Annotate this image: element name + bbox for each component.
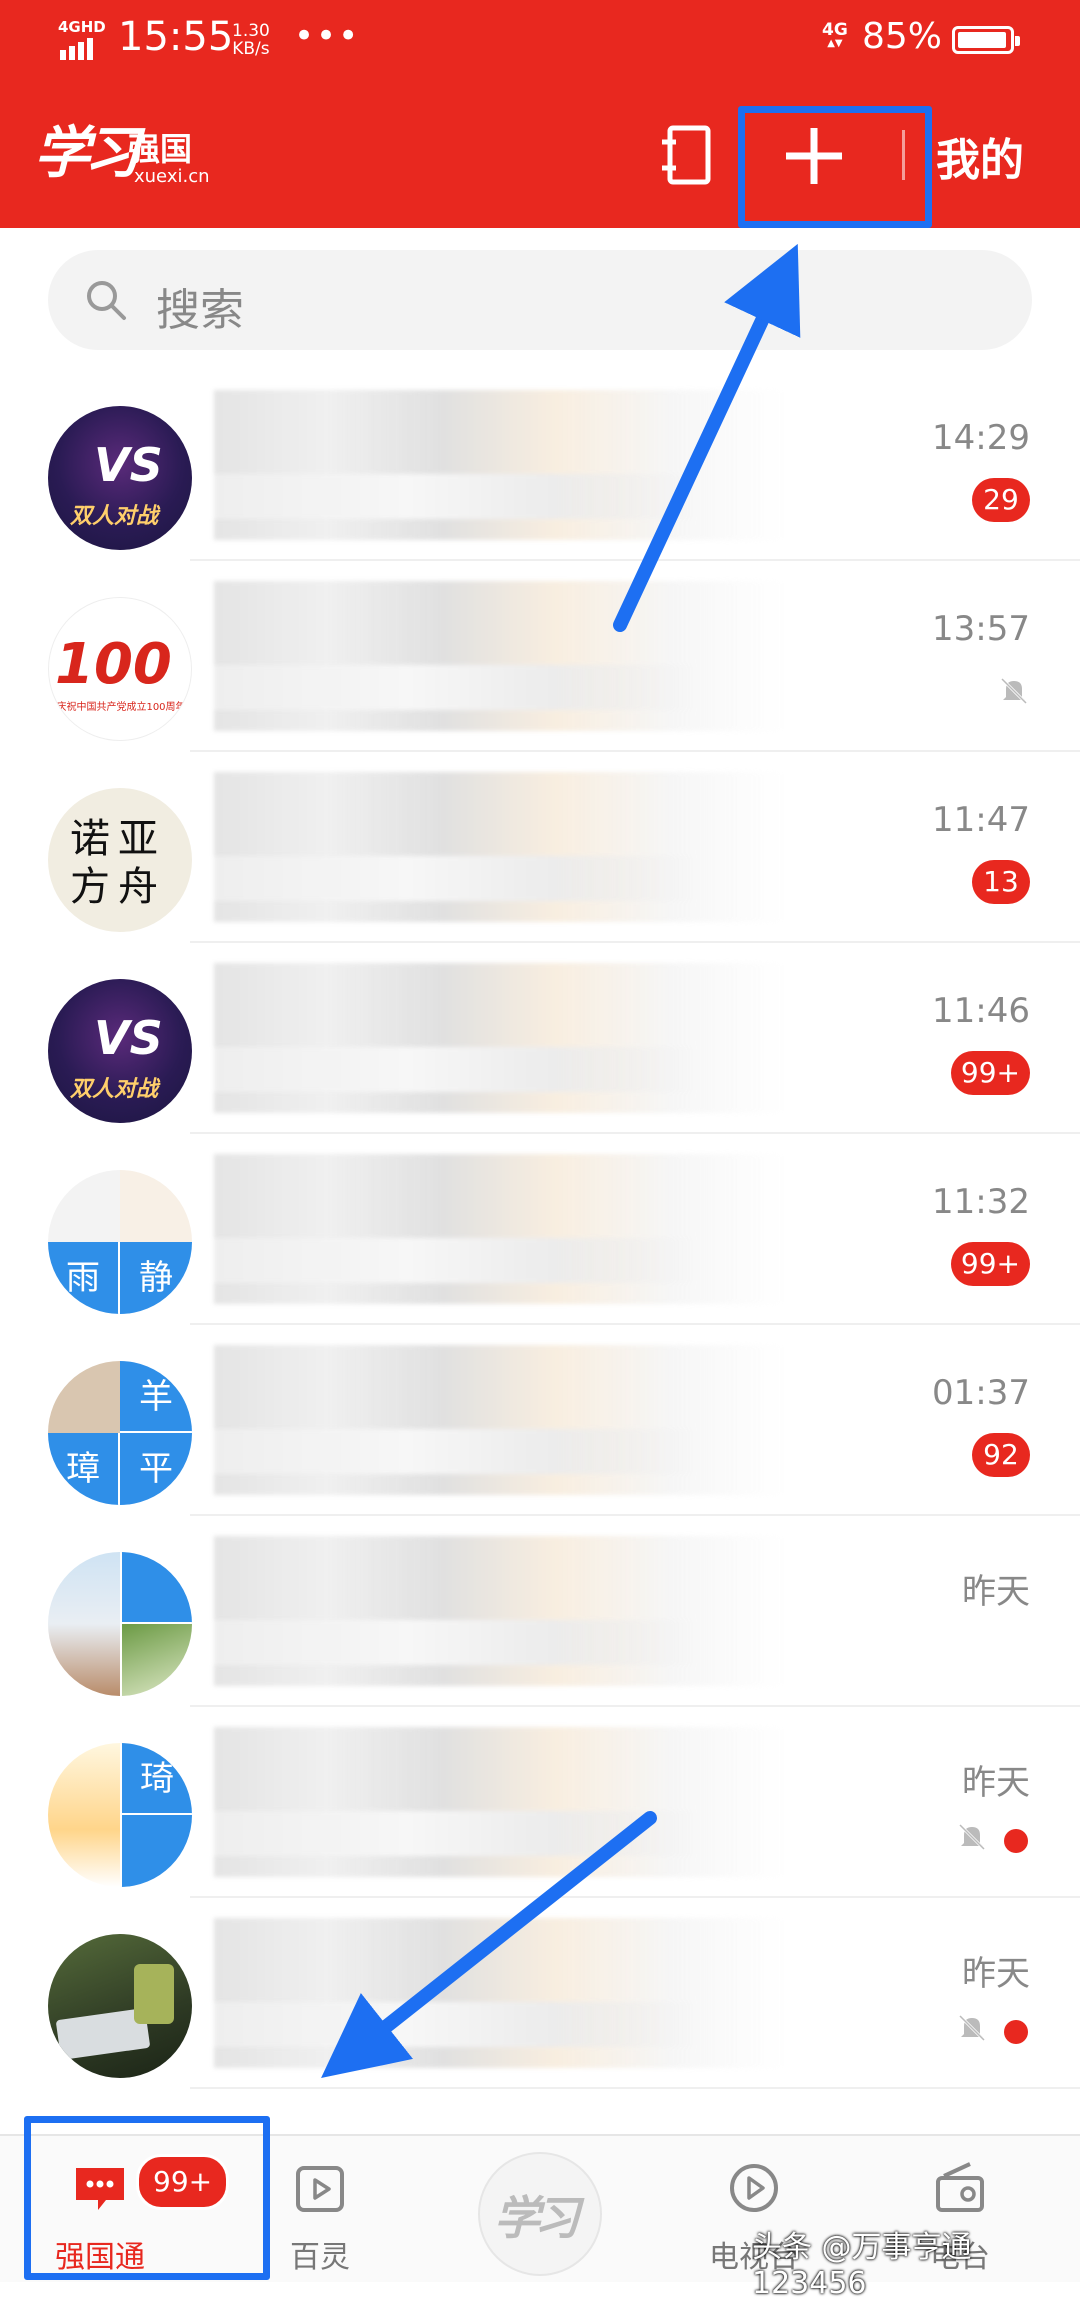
avatar-vs-text: VS: [94, 1011, 163, 1065]
blurred-message-preview: [214, 772, 784, 922]
unread-dot: [1004, 1829, 1028, 1853]
message-time: 11:32: [932, 1182, 1030, 1222]
message-time: 昨天: [962, 1954, 1030, 1994]
conversation-row[interactable]: 昨天: [0, 1898, 1080, 2089]
cellular-4g-icon: 4G ▲▼: [822, 20, 848, 49]
avatar-char: 静: [120, 1242, 192, 1314]
avatar-vs-text: VS: [94, 438, 163, 492]
conversation-row[interactable]: 雨 静 11:32 99+: [0, 1134, 1080, 1325]
address-book-icon[interactable]: [656, 124, 716, 186]
avatar: 100 庆祝中国共产党成立100周年: [48, 597, 192, 741]
blurred-message-preview: [214, 1727, 784, 1877]
battery-icon: [952, 26, 1020, 54]
avatar: [48, 1552, 192, 1696]
unread-badge: 29: [972, 478, 1030, 522]
status-bar: 4GHD 15:55 1.30 KB/s ••• 4G ▲▼ 85%: [0, 0, 1080, 82]
conversation-row[interactable]: 诺 亚 方 舟 11:47 13: [0, 752, 1080, 943]
avatar-battle-text: 双人对战: [70, 1077, 159, 1102]
message-time: 14:29: [932, 418, 1030, 458]
message-time: 01:37: [932, 1373, 1030, 1413]
conversation-row[interactable]: VS 双人对战 11:46 99+: [0, 943, 1080, 1134]
blurred-message-preview: [214, 1918, 784, 2068]
logo-name: 强国: [128, 130, 193, 168]
highlight-box-plus: [738, 106, 932, 228]
unread-badge: 13: [972, 860, 1030, 904]
avatar-battle-text: 双人对战: [70, 504, 159, 529]
avatar-caption: 庆祝中国共产党成立100周年: [56, 702, 186, 713]
blurred-message-preview: [214, 581, 784, 731]
video-play-icon: [296, 2166, 344, 2212]
signal-icon: 4GHD: [58, 18, 106, 60]
mute-bell-icon: [958, 1823, 986, 1851]
unread-dot: [1004, 2020, 1028, 2044]
blurred-message-preview: [214, 963, 784, 1113]
conversation-row[interactable]: 昨天: [0, 1516, 1080, 1707]
message-time: 昨天: [962, 1572, 1030, 1612]
avatar-char: 羊: [120, 1361, 192, 1433]
conversation-row[interactable]: VS 双人对战 14:29 29: [0, 370, 1080, 561]
avatar: 琦: [48, 1743, 192, 1887]
blurred-message-preview: [214, 1345, 784, 1495]
search-placeholder: 搜索: [156, 285, 244, 336]
speed-unit: KB/s: [232, 39, 270, 59]
network-speed: 1.30 KB/s: [232, 22, 270, 58]
avatar: [48, 1934, 192, 2078]
mine-button[interactable]: 我的: [936, 124, 1024, 188]
speed-value: 1.30: [232, 21, 270, 41]
blurred-message-preview: [214, 1154, 784, 1304]
watermark: 头条 @万事亨通123456: [752, 2230, 972, 2301]
clock: 15:55: [118, 14, 234, 60]
avatar: 雨 静: [48, 1170, 192, 1314]
avatar-char: 琦: [120, 1743, 192, 1815]
unread-badge: 99+: [950, 1051, 1030, 1095]
avatar: 羊 璋 平: [48, 1361, 192, 1505]
conversation-row[interactable]: 琦 昨天: [0, 1707, 1080, 1898]
unread-badge: 99+: [950, 1242, 1030, 1286]
avatar-char: 方: [70, 864, 110, 910]
avatar: 诺 亚 方 舟: [48, 788, 192, 932]
network-type-label: 4GHD: [58, 18, 106, 36]
avatar-char: 雨: [48, 1242, 120, 1314]
unread-badge: 92: [972, 1433, 1030, 1477]
blurred-message-preview: [214, 1536, 784, 1686]
center-logo-text: 学习: [494, 2191, 580, 2245]
conversation-row[interactable]: 100 庆祝中国共产党成立100周年 13:57: [0, 561, 1080, 752]
avatar-100-text: 100: [55, 632, 172, 697]
battery-percent: 85%: [862, 16, 943, 57]
highlight-box-tab: [24, 2116, 270, 2280]
xuexi-logo: 学习 强国 xuexi.cn: [34, 108, 214, 198]
avatar-char: 平: [120, 1433, 192, 1505]
avatar-char: 舟: [118, 864, 158, 910]
search-icon: [87, 281, 126, 320]
message-time: 13:57: [932, 609, 1030, 649]
avatar: VS 双人对战: [48, 979, 192, 1123]
message-time: 11:46: [932, 991, 1030, 1031]
more-notifications-icon: •••: [294, 16, 361, 56]
avatar: VS 双人对战: [48, 406, 192, 550]
logo-url: xuexi.cn: [134, 166, 210, 187]
blurred-message-preview: [214, 390, 784, 540]
conversation-row[interactable]: 羊 璋 平 01:37 92: [0, 1325, 1080, 1516]
search-input[interactable]: 搜索: [48, 250, 1032, 350]
avatar-char: 璋: [48, 1433, 120, 1505]
cell-label: 4G: [822, 20, 848, 40]
tv-play-icon: [730, 2164, 778, 2212]
radio-icon: [936, 2162, 984, 2212]
mute-bell-icon: [958, 2014, 986, 2042]
message-time: 11:47: [932, 800, 1030, 840]
mute-bell-icon: [1000, 677, 1028, 705]
xuexi-logo-icon[interactable]: 学习: [478, 2152, 602, 2276]
message-time: 昨天: [962, 1763, 1030, 1803]
logo-script: 学习: [34, 120, 140, 186]
